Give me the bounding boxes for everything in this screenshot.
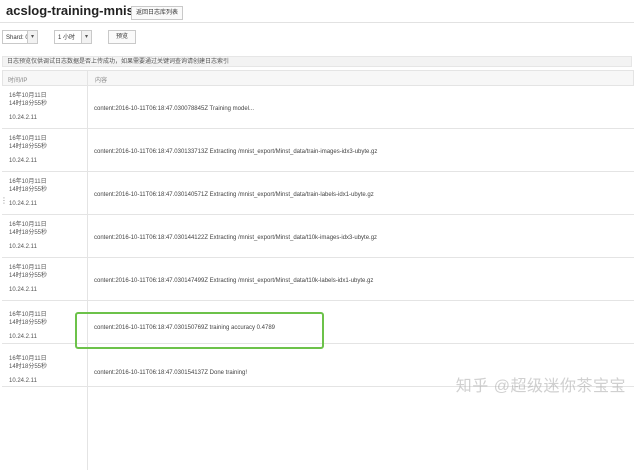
notice-bar: 日志预览仅供调试日志数据是否上传成功，如果需要通过关键词查询请创建日志索引	[2, 56, 632, 67]
drag-handle-icon[interactable]: ⋮	[0, 197, 8, 213]
chevron-down-icon: ▾	[27, 31, 37, 43]
row-date: 16年10月11日	[9, 179, 47, 185]
row-content: content:2016-10-11T06:18:47.030147499Z E…	[94, 278, 374, 284]
row-time: 14时18分55秒	[9, 230, 48, 236]
row-content: content:2016-10-11T06:18:47.030144122Z E…	[94, 235, 378, 241]
row-content: content:2016-10-11T06:18:47.030078845Z T…	[94, 106, 255, 112]
row-ip: 10.24.2.11	[9, 115, 37, 121]
row-date: 16年10月11日	[9, 356, 47, 362]
row-time: 14时18分55秒	[9, 320, 48, 326]
watermark: 知乎 @超级迷你茶宝宝	[455, 378, 626, 395]
table-row: 16年10月11日 14时18分55秒 10.24.2.11 content:2…	[2, 258, 634, 301]
shard-select[interactable]: Shard: 0 ▾	[2, 30, 38, 44]
chevron-down-icon: ▾	[81, 31, 91, 43]
row-ip: 10.24.2.11	[9, 287, 37, 293]
row-date: 16年10月11日	[9, 93, 47, 99]
highlight-annotation-box	[75, 312, 324, 349]
row-ip: 10.24.2.11	[9, 158, 37, 164]
table-row: 16年10月11日 14时18分55秒 10.24.2.11 content:2…	[2, 172, 634, 215]
row-content: content:2016-10-11T06:18:47.030133713Z E…	[94, 149, 378, 155]
row-date: 16年10月11日	[9, 265, 47, 271]
row-ip: 10.24.2.11	[9, 201, 37, 207]
row-date: 16年10月11日	[9, 136, 47, 142]
row-time: 14时18分55秒	[9, 101, 48, 107]
row-time: 14时18分55秒	[9, 273, 48, 279]
column-header-content: 内容	[95, 78, 108, 84]
column-header-time-ip: 时间/IP	[8, 78, 28, 84]
row-ip: 10.24.2.11	[9, 334, 37, 340]
row-time: 14时18分55秒	[9, 144, 48, 150]
row-time: 14时18分55秒	[9, 187, 48, 193]
time-range-select-value: 1 小时	[58, 35, 76, 41]
row-date: 16年10月11日	[9, 312, 47, 318]
table-row: 16年10月11日 14时18分55秒 10.24.2.11 content:2…	[2, 86, 634, 129]
row-content: content:2016-10-11T06:18:47.030140571Z E…	[94, 192, 374, 198]
row-time: 14时18分55秒	[9, 364, 48, 370]
row-content: content:2016-10-11T06:18:47.030154137Z D…	[94, 370, 248, 376]
table-row: 16年10月11日 14时18分55秒 10.24.2.11 content:2…	[2, 215, 634, 258]
row-date: 16年10月11日	[9, 222, 47, 228]
row-ip: 10.24.2.11	[9, 244, 37, 250]
row-ip: 10.24.2.11	[9, 378, 37, 384]
table-header: 时间/IP 内容	[2, 70, 634, 86]
shard-select-value: Shard: 0	[6, 35, 29, 41]
preview-button[interactable]: 预览	[108, 30, 136, 44]
back-to-logstore-list-button[interactable]: 返回日志库列表	[131, 6, 184, 20]
table-row: 16年10月11日 14时18分55秒 10.24.2.11 content:2…	[2, 129, 634, 172]
time-range-select[interactable]: 1 小时 ▾	[54, 30, 92, 44]
header-divider	[0, 22, 634, 23]
header: acslog-training-mnistex... 返回日志库列表	[6, 2, 626, 22]
